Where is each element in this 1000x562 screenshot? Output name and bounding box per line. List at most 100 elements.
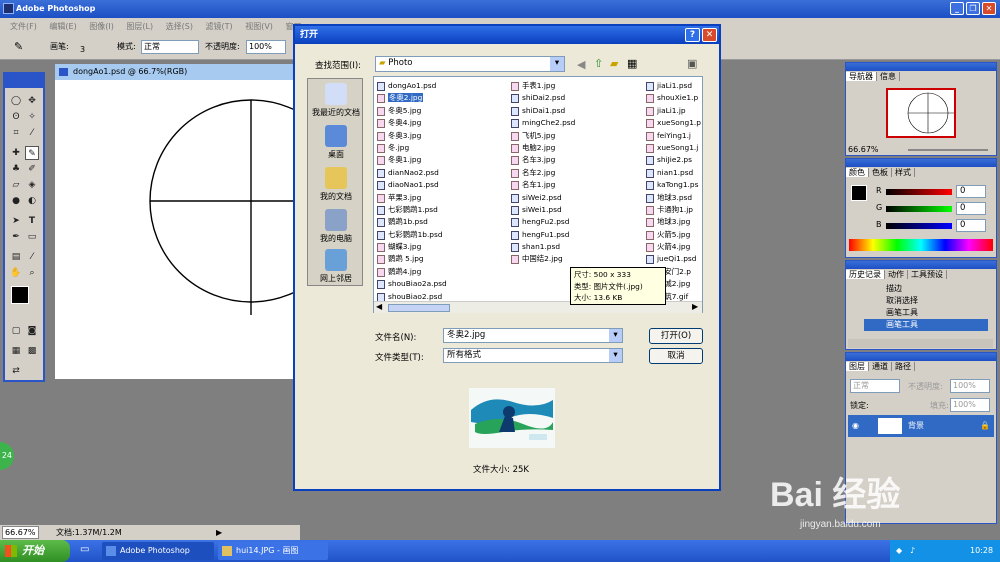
tab-paths[interactable]: 路径: [892, 362, 915, 371]
tab-color[interactable]: 颜色: [846, 168, 869, 177]
scroll-right-icon[interactable]: ▶: [692, 302, 698, 311]
navigator-thumbnail[interactable]: [886, 88, 956, 138]
start-button[interactable]: 开始: [0, 540, 70, 562]
shape-tool-icon[interactable]: ▭: [25, 230, 39, 244]
standard-mode-icon[interactable]: ▢: [9, 324, 23, 338]
mode-select[interactable]: 正常: [141, 40, 199, 54]
canvas[interactable]: [55, 80, 353, 379]
tab-styles[interactable]: 样式: [892, 168, 915, 177]
move-tool-icon[interactable]: ✥: [25, 94, 39, 108]
zoom-field[interactable]: 66.67%: [2, 526, 39, 539]
chevron-down-icon[interactable]: ▾: [609, 349, 622, 362]
tab-channels[interactable]: 通道: [869, 362, 892, 371]
volume-icon[interactable]: ♪: [910, 540, 915, 562]
stamp-tool-icon[interactable]: ♣: [9, 162, 23, 176]
quickmask-mode-icon[interactable]: ◙: [25, 324, 39, 338]
file-item[interactable]: 冬奥1.jpg: [377, 154, 502, 166]
fullscreen-mode-icon[interactable]: ▩: [25, 344, 39, 358]
history-brush-icon[interactable]: ✐: [25, 162, 39, 176]
opacity-input[interactable]: 100%: [246, 40, 286, 54]
b-input[interactable]: 0: [956, 219, 986, 232]
back-icon[interactable]: ◀: [577, 58, 585, 71]
navigator-zoom-slider[interactable]: [908, 149, 988, 151]
history-item[interactable]: 画笔工具: [864, 307, 988, 319]
blend-mode-select[interactable]: 正常: [850, 379, 900, 393]
file-item[interactable]: 飞机5.jpg: [511, 130, 636, 142]
file-item[interactable]: nian1.psd: [646, 167, 704, 179]
file-item-selected[interactable]: 冬奥2.jpg: [377, 92, 502, 104]
file-item[interactable]: 名车1.jpg: [511, 179, 636, 191]
file-item[interactable]: 苹果3.jpg: [377, 192, 502, 204]
file-item[interactable]: jiaLi1.psd: [646, 80, 704, 92]
file-item[interactable]: 蝴蝶3.jpg: [377, 241, 502, 253]
g-slider[interactable]: [886, 206, 952, 212]
tab-swatches[interactable]: 色板: [869, 168, 892, 177]
task-paint[interactable]: hui14.JPG - 画图: [218, 542, 328, 560]
color-fg-swatch[interactable]: [851, 185, 867, 201]
file-item[interactable]: 名车3.jpg: [511, 154, 636, 166]
clock[interactable]: 10:28: [970, 540, 993, 562]
eyedropper-icon[interactable]: ⁄: [25, 250, 39, 264]
type-tool-icon[interactable]: T: [25, 214, 39, 228]
view-menu-icon[interactable]: ▦: [627, 57, 637, 70]
file-item[interactable]: mingChe2.psd: [511, 117, 636, 129]
file-item[interactable]: xueSong1.j: [646, 142, 704, 154]
restore-icon[interactable]: ❐: [966, 2, 980, 15]
notes-tool-icon[interactable]: ▤: [9, 250, 23, 264]
brush-tool-icon[interactable]: ✎: [14, 35, 23, 59]
file-item[interactable]: kaTong1.ps: [646, 179, 704, 191]
file-item[interactable]: 中国结2.jpg: [511, 253, 636, 265]
show-desktop-icon[interactable]: ▭: [80, 544, 89, 555]
lasso-tool-icon[interactable]: ʘ: [9, 110, 23, 124]
history-item-selected[interactable]: 画笔工具: [864, 319, 988, 331]
pen-tool-icon[interactable]: ✒: [9, 230, 23, 244]
file-item[interactable]: 电脑2.jpg: [511, 142, 636, 154]
scroll-thumb[interactable]: [388, 304, 450, 312]
bucket-tool-icon[interactable]: ◈: [25, 178, 39, 192]
tab-history[interactable]: 历史记录: [846, 270, 885, 279]
brush-size[interactable]: 3: [80, 38, 85, 62]
visibility-eye-icon[interactable]: ◉: [852, 415, 859, 437]
help-icon[interactable]: ?: [685, 28, 700, 42]
task-photoshop[interactable]: Adobe Photoshop: [102, 542, 214, 560]
layer-row-background[interactable]: ◉ 背景 🔒: [848, 415, 994, 437]
magic-wand-icon[interactable]: ✧: [25, 110, 39, 124]
file-item[interactable]: 冬奥4.jpg: [377, 117, 502, 129]
file-item[interactable]: 火箭4.jpg: [646, 241, 704, 253]
hand-tool-icon[interactable]: ✋: [9, 266, 23, 280]
file-item[interactable]: 冬奥5.jpg: [377, 105, 502, 117]
g-input[interactable]: 0: [956, 202, 986, 215]
r-input[interactable]: 0: [956, 185, 986, 198]
menu-image[interactable]: 图像(I): [89, 22, 114, 31]
tab-layers[interactable]: 图层: [846, 362, 869, 371]
minimize-icon[interactable]: _: [950, 2, 964, 15]
healing-brush-icon[interactable]: ✚: [9, 146, 23, 160]
tab-info[interactable]: 信息: [877, 72, 900, 81]
history-item[interactable]: 描边: [864, 283, 988, 295]
file-item[interactable]: 七彩鹦鹉1.psd: [377, 204, 502, 216]
file-item[interactable]: shiJie2.ps: [646, 154, 704, 166]
jump-to-imageready-icon[interactable]: ⇄: [9, 364, 23, 378]
file-item[interactable]: siWei1.psd: [511, 204, 636, 216]
marquee-tool-icon[interactable]: ◯: [9, 94, 23, 108]
crop-tool-icon[interactable]: ⌗: [9, 126, 23, 140]
file-item[interactable]: shouBiao2a.psd: [377, 278, 502, 290]
path-select-icon[interactable]: ➤: [9, 214, 23, 228]
chevron-down-icon[interactable]: ▾: [550, 57, 564, 71]
file-item[interactable]: dongAo1.psd: [377, 80, 502, 92]
menu-layer[interactable]: 图层(L): [126, 22, 153, 31]
menu-select[interactable]: 选择(S): [166, 22, 193, 31]
menu-filter[interactable]: 滤镜(T): [206, 22, 233, 31]
file-item[interactable]: shan1.psd: [511, 241, 636, 253]
dialog-close-icon[interactable]: ✕: [702, 28, 717, 42]
file-item[interactable]: diaoNao1.psd: [377, 179, 502, 191]
file-item[interactable]: 冬.jpg: [377, 142, 502, 154]
tab-actions[interactable]: 动作: [885, 270, 908, 279]
file-item[interactable]: jueQi1.psd: [646, 253, 704, 265]
tray-icon[interactable]: ◆: [896, 540, 902, 562]
file-item[interactable]: 鹦鹉 5.jpg: [377, 253, 502, 265]
blur-tool-icon[interactable]: ●: [9, 194, 23, 208]
cancel-button[interactable]: 取消: [649, 348, 703, 364]
browse-icon[interactable]: ▣: [687, 57, 697, 70]
file-item[interactable]: hengFu1.psd: [511, 229, 636, 241]
